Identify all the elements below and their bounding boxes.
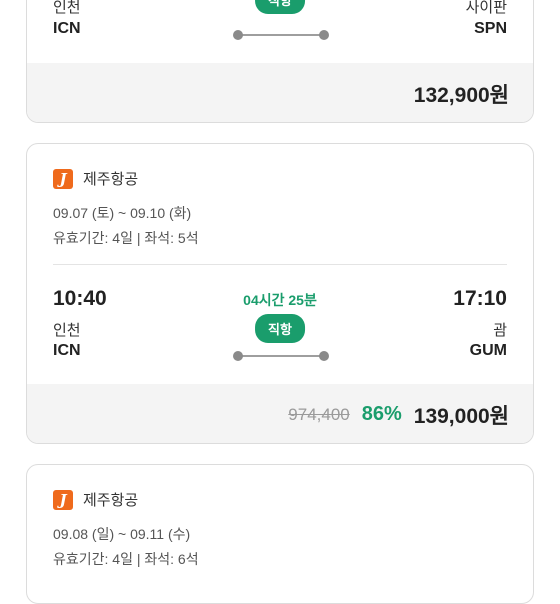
arrival-code: SPN	[474, 20, 507, 37]
original-price: 974,400	[288, 404, 350, 424]
direct-flight-badge: 직항	[255, 0, 305, 14]
arrival-city: 괌	[493, 322, 507, 339]
direct-flight-badge: 직항	[255, 314, 305, 343]
departure-city: 인천	[53, 0, 81, 16]
jeju-air-logo-icon: J	[53, 168, 73, 189]
price-bar: 132,900원	[27, 63, 533, 122]
arrival-time: 17:10	[453, 287, 507, 310]
departure-code: ICN	[53, 342, 81, 359]
arrival-city: 사이판	[465, 0, 507, 16]
route-line	[233, 350, 329, 362]
route-line	[233, 29, 329, 41]
airline-row: J 제주항공	[53, 489, 138, 510]
validity-seats: 유효기간: 4일 | 좌석: 5석	[53, 230, 199, 246]
departure-city: 인천	[53, 322, 81, 339]
airline-name: 제주항공	[83, 492, 139, 509]
jeju-air-logo-icon: J	[53, 489, 73, 510]
airline-row: J 제주항공	[53, 168, 138, 189]
departure-code: ICN	[53, 20, 81, 37]
flight-card[interactable]: J 제주항공 09.07 (토) ~ 09.10 (화) 유효기간: 4일 | …	[26, 143, 534, 444]
price: 139,000원	[413, 404, 509, 428]
discount-rate: 86%	[361, 403, 402, 425]
validity-seats: 유효기간: 4일 | 좌석: 6석	[53, 551, 199, 567]
price-bar: 974,400 86% 139,000원	[27, 384, 533, 443]
flight-card[interactable]: J 제주항공 09.08 (일) ~ 09.11 (수) 유효기간: 4일 | …	[26, 464, 534, 604]
flight-card[interactable]: 인천 ICN 직항 사이판 SPN 132,900원	[26, 0, 534, 123]
price: 132,900원	[413, 83, 509, 107]
travel-dates: 09.07 (토) ~ 09.10 (화)	[53, 205, 192, 221]
arrival-code: GUM	[469, 342, 507, 359]
airline-name: 제주항공	[83, 171, 139, 188]
travel-dates: 09.08 (일) ~ 09.11 (수)	[53, 526, 191, 542]
divider	[53, 264, 507, 265]
